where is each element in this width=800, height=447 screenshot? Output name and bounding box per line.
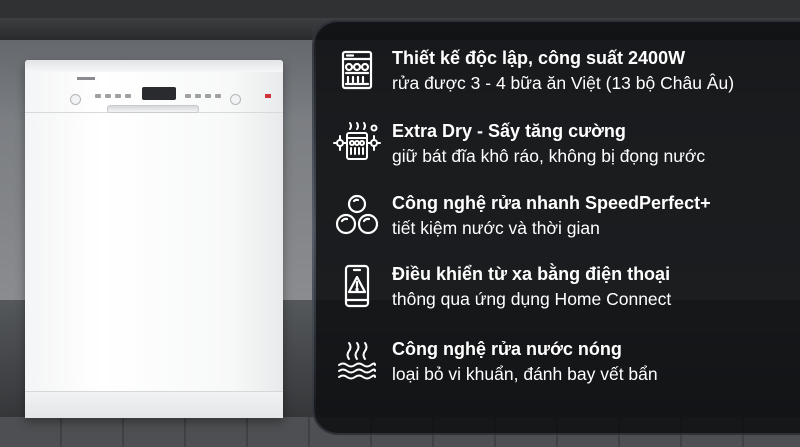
dishwasher-kickplate xyxy=(25,391,283,418)
dishwasher-brand-mark xyxy=(77,77,95,80)
dishwasher-handle xyxy=(107,105,199,113)
dishwasher-product-image xyxy=(25,60,283,418)
feature-title: Điều khiển từ xa bằng điện thoại xyxy=(392,264,671,284)
upper-cabinet xyxy=(0,0,800,18)
dishwasher-button xyxy=(215,94,221,98)
feature-item: Extra Dry - Sấy tăng cường giữ bát đĩa k… xyxy=(320,115,800,173)
feature-item: Công nghệ rửa nước nóng loại bỏ vi khuẩn… xyxy=(320,333,800,391)
smartphone-alert-icon xyxy=(333,262,381,310)
extra-dry-icon xyxy=(333,119,381,167)
feature-subtitle: rửa được 3 - 4 bữa ăn Việt (13 bộ Châu Â… xyxy=(392,73,735,93)
dishwasher-display xyxy=(142,87,176,100)
dishwasher-button xyxy=(185,94,191,98)
card-edge-highlight xyxy=(312,20,316,435)
feature-item: Điều khiển từ xa bằng điện thoại thông q… xyxy=(320,258,800,316)
dishwasher-button xyxy=(205,94,211,98)
dishwasher-start-knob xyxy=(230,94,241,105)
feature-title: Thiết kế độc lập, công suất 2400W xyxy=(392,48,686,68)
dishwasher-button xyxy=(125,94,131,98)
speed-perfect-icon xyxy=(333,191,381,239)
dishwasher-power-knob xyxy=(70,94,81,105)
feature-title: Công nghệ rửa nước nóng xyxy=(392,339,622,359)
dish-rack-icon xyxy=(333,46,381,94)
dishwasher-button xyxy=(195,94,201,98)
feature-subtitle: tiết kiệm nước và thời gian xyxy=(392,218,600,238)
feature-title: Công nghệ rửa nhanh SpeedPerfect+ xyxy=(392,193,711,213)
dishwasher-button xyxy=(105,94,111,98)
feature-subtitle: loại bỏ vi khuẩn, đánh bay vết bẩn xyxy=(392,364,658,384)
dishwasher-indicator xyxy=(265,94,271,98)
feature-title: Extra Dry - Sấy tăng cường xyxy=(392,121,626,141)
feature-subtitle: thông qua ứng dụng Home Connect xyxy=(392,289,672,309)
hot-water-icon xyxy=(333,337,381,385)
feature-item: Công nghệ rửa nhanh SpeedPerfect+ tiết k… xyxy=(320,187,800,245)
dishwasher-top xyxy=(25,60,283,72)
feature-item: Thiết kế độc lập, công suất 2400W rửa đư… xyxy=(320,42,800,100)
feature-subtitle: giữ bát đĩa khô ráo, không bị đọng nước xyxy=(392,146,706,166)
dishwasher-button xyxy=(95,94,101,98)
dishwasher-button xyxy=(115,94,121,98)
